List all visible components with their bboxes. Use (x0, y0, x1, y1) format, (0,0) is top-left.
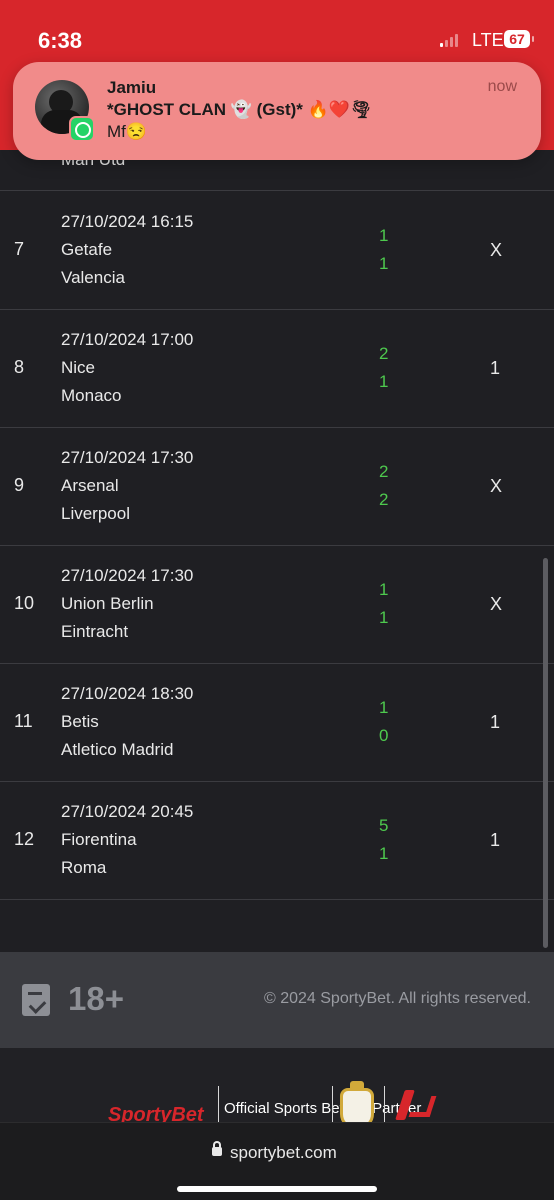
away-score: 0 (379, 726, 389, 745)
document-check-icon[interactable] (22, 984, 50, 1016)
whatsapp-business-icon (69, 116, 95, 142)
notification-time: now (487, 78, 517, 95)
prediction-pick: X (490, 476, 503, 496)
scrollbar[interactable] (543, 558, 548, 948)
site-footer: 18+ © 2024 SportyBet. All rights reserve… (0, 952, 554, 1048)
match-datetime: 27/10/2024 16:15 (61, 212, 194, 231)
browser-address-bar[interactable]: sportybet.com (0, 1122, 554, 1200)
home-team: Betis (61, 712, 99, 731)
away-team: Roma (61, 858, 107, 877)
partner-text: Official Sports Betting Partner (224, 1100, 422, 1117)
match-number: 10 (14, 593, 35, 613)
url-text[interactable]: sportybet.com (230, 1143, 337, 1163)
home-team: Getafe (61, 240, 113, 259)
home-score: 1 (379, 698, 389, 717)
table-row[interactable]: 7 27/10/2024 16:15 Getafe Valencia 1 1 X (0, 192, 554, 310)
home-indicator[interactable] (177, 1186, 377, 1192)
table-row[interactable]: 9 27/10/2024 17:30 Arsenal Liverpool 2 2… (0, 428, 554, 546)
prediction-pick: 1 (490, 712, 501, 732)
away-score: 1 (379, 608, 389, 627)
status-time: 6:38 (38, 28, 83, 53)
message-notification[interactable]: Jamiu *GHOST CLAN 👻 (Gst)* 🔥❤️🌪 Mf😒 now (13, 62, 541, 160)
match-datetime: 27/10/2024 18:30 (61, 684, 194, 703)
away-score: 1 (379, 254, 389, 273)
match-number: 9 (14, 475, 25, 495)
match-datetime: 27/10/2024 17:00 (61, 330, 194, 349)
network-label: LTE (472, 30, 504, 50)
away-team: Monaco (61, 386, 122, 405)
notification-group: *GHOST CLAN 👻 (Gst)* 🔥❤️🌪 (107, 100, 372, 119)
notification-message: Mf😒 (107, 122, 148, 141)
away-score: 1 (379, 372, 389, 391)
home-team: Fiorentina (61, 830, 137, 849)
away-team: Valencia (61, 268, 125, 287)
match-number: 8 (14, 357, 25, 377)
prediction-pick: 1 (490, 358, 501, 378)
match-datetime: 27/10/2024 17:30 (61, 566, 194, 585)
match-number: 7 (14, 239, 25, 259)
match-number: 11 (14, 711, 33, 731)
away-team: Liverpool (61, 504, 130, 523)
partner-banner: SportyBet Official Sports Betting Partne… (0, 1048, 554, 1130)
copyright-text: © 2024 SportyBet. All rights reserved. (263, 990, 531, 1007)
battery-icon: 67 (504, 30, 534, 48)
prediction-pick: 1 (490, 830, 501, 850)
table-row[interactable]: 11 27/10/2024 18:30 Betis Atletico Madri… (0, 664, 554, 782)
table-row[interactable]: 10 27/10/2024 17:30 Union Berlin Eintrac… (0, 546, 554, 664)
away-team: Atletico Madrid (61, 740, 174, 759)
table-row[interactable]: 12 27/10/2024 20:45 Fiorentina Roma 5 1 … (0, 782, 554, 900)
prediction-pick: X (490, 594, 503, 614)
home-score: 1 (379, 580, 389, 599)
match-number: 12 (14, 829, 35, 849)
away-score: 2 (379, 490, 389, 509)
home-score: 2 (379, 344, 389, 363)
away-team: Eintracht (61, 622, 129, 641)
match-table: 7 27/10/2024 16:15 Getafe Valencia 1 1 X… (0, 192, 554, 900)
age-restriction-badge: 18+ (68, 980, 124, 1017)
notification-sender: Jamiu (107, 78, 157, 97)
home-score: 5 (379, 816, 389, 835)
away-score: 1 (379, 844, 389, 863)
table-row[interactable]: 8 27/10/2024 17:00 Nice Monaco 2 1 1 (0, 310, 554, 428)
prediction-pick: X (490, 240, 503, 260)
home-team: Nice (61, 358, 96, 377)
match-datetime: 27/10/2024 17:30 (61, 448, 194, 467)
home-score: 1 (379, 226, 389, 245)
signal-icon (440, 33, 458, 47)
home-score: 2 (379, 462, 389, 481)
match-datetime: 27/10/2024 20:45 (61, 802, 194, 821)
lock-icon (212, 1141, 222, 1156)
home-team: Union Berlin (61, 594, 154, 613)
home-team: Arsenal (61, 476, 119, 495)
